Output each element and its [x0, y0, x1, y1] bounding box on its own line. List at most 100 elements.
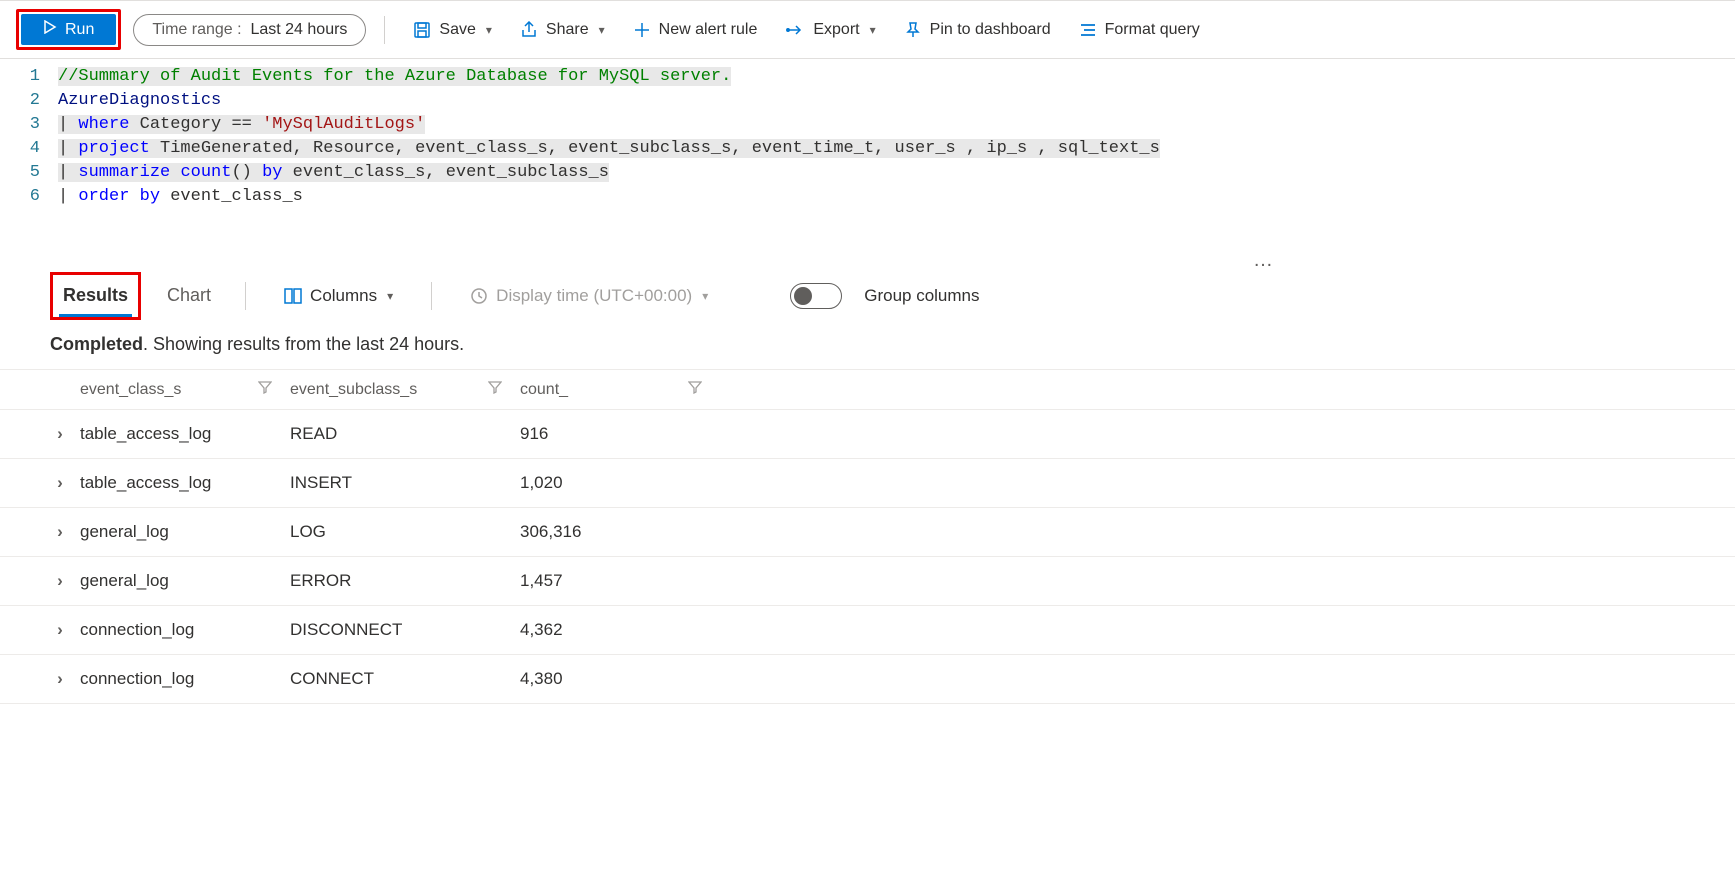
- cell-event-subclass: DISCONNECT: [290, 620, 520, 640]
- column-label: count_: [520, 381, 568, 399]
- table-row[interactable]: ›table_access_logINSERT1,020: [0, 459, 1735, 508]
- group-columns-label: Group columns: [864, 286, 979, 306]
- column-header[interactable]: count_: [520, 380, 720, 399]
- line-number: 4: [0, 137, 58, 161]
- column-header[interactable]: event_class_s: [80, 380, 290, 399]
- code-content: | summarize count() by event_class_s, ev…: [58, 161, 609, 185]
- share-button[interactable]: Share ▾: [510, 15, 615, 45]
- expand-icon[interactable]: ›: [57, 522, 63, 542]
- table-row[interactable]: › table_access_logREAD916: [0, 410, 1735, 459]
- separator: [245, 282, 246, 310]
- table-header: event_class_s event_subclass_s count_: [0, 370, 1735, 410]
- format-icon: [1079, 21, 1097, 39]
- query-editor[interactable]: 1//Summary of Audit Events for the Azure…: [0, 59, 1735, 249]
- code-content: | order by event_class_s: [58, 185, 303, 209]
- cell-event-subclass: READ: [290, 424, 520, 444]
- expand-icon[interactable]: ›: [57, 669, 63, 689]
- tab-results[interactable]: Results: [59, 275, 132, 317]
- save-button[interactable]: Save ▾: [403, 15, 502, 45]
- cell-event-class: connection_log: [80, 620, 290, 640]
- code-line[interactable]: 3| where Category == 'MySqlAuditLogs': [0, 113, 1735, 137]
- line-number: 2: [0, 89, 58, 113]
- line-number: 6: [0, 185, 58, 209]
- table-row[interactable]: ›general_logLOG306,316: [0, 508, 1735, 557]
- cell-count: 1,457: [520, 571, 720, 591]
- code-content: | where Category == 'MySqlAuditLogs': [58, 113, 425, 137]
- expand-icon[interactable]: ›: [57, 473, 63, 493]
- cell-count: 916: [520, 424, 720, 444]
- code-line[interactable]: 2AzureDiagnostics: [0, 89, 1735, 113]
- export-button[interactable]: Export ▾: [775, 15, 885, 45]
- display-time-button[interactable]: Display time (UTC+00:00) ▾: [462, 282, 716, 310]
- expand-icon[interactable]: ›: [57, 620, 63, 640]
- cell-count: 4,380: [520, 669, 720, 689]
- group-columns-toggle[interactable]: [790, 283, 842, 309]
- save-icon: [413, 21, 431, 39]
- cell-event-class: table_access_log: [80, 424, 290, 444]
- column-header[interactable]: event_subclass_s: [290, 380, 520, 399]
- cell-event-class: general_log: [80, 571, 290, 591]
- cell-event-subclass: LOG: [290, 522, 520, 542]
- run-label: Run: [65, 21, 94, 39]
- cell-count: 306,316: [520, 522, 720, 542]
- chevron-down-icon: ▾: [599, 23, 605, 37]
- pin-button[interactable]: Pin to dashboard: [894, 15, 1061, 45]
- tab-chart[interactable]: Chart: [163, 275, 215, 317]
- play-icon: [43, 20, 57, 39]
- time-range-selector[interactable]: Time range : Last 24 hours: [133, 14, 366, 46]
- cell-count: 4,362: [520, 620, 720, 640]
- column-label: event_class_s: [80, 381, 181, 399]
- results-table: event_class_s event_subclass_s count_ ›t…: [0, 370, 1735, 704]
- line-number: 3: [0, 113, 58, 137]
- filter-icon[interactable]: [688, 380, 702, 399]
- code-line[interactable]: 1//Summary of Audit Events for the Azure…: [0, 65, 1735, 89]
- time-range-value: Last 24 hours: [250, 21, 347, 38]
- share-label: Share: [546, 21, 589, 39]
- separator: [384, 16, 385, 44]
- column-label: event_subclass_s: [290, 381, 417, 399]
- filter-icon[interactable]: [488, 380, 502, 399]
- format-label: Format query: [1105, 21, 1200, 39]
- filter-icon[interactable]: [258, 380, 272, 399]
- line-number: 1: [0, 65, 58, 89]
- chevron-down-icon: ▾: [486, 23, 492, 37]
- run-button-highlight: Run: [16, 9, 121, 50]
- save-label: Save: [439, 21, 475, 39]
- code-line[interactable]: 5| summarize count() by event_class_s, e…: [0, 161, 1735, 185]
- columns-button[interactable]: Columns ▾: [276, 282, 401, 310]
- cell-event-subclass: ERROR: [290, 571, 520, 591]
- expand-icon[interactable]: ›: [57, 424, 63, 444]
- expand-icon[interactable]: ›: [57, 571, 63, 591]
- share-icon: [520, 21, 538, 39]
- status-text: . Showing results from the last 24 hours…: [143, 334, 464, 354]
- code-content: AzureDiagnostics: [58, 89, 221, 113]
- columns-label: Columns: [310, 286, 377, 306]
- pin-label: Pin to dashboard: [930, 21, 1051, 39]
- table-row[interactable]: ›connection_logCONNECT4,380: [0, 655, 1735, 704]
- table-row[interactable]: › general_logERROR1,457: [0, 557, 1735, 606]
- run-button[interactable]: Run: [21, 14, 116, 45]
- code-line[interactable]: 6| order by event_class_s: [0, 185, 1735, 209]
- new-alert-button[interactable]: New alert rule: [623, 15, 768, 45]
- chevron-down-icon: ▾: [870, 23, 876, 37]
- pin-icon: [904, 21, 922, 39]
- toggle-knob: [794, 287, 812, 305]
- export-icon: [785, 22, 805, 38]
- export-label: Export: [813, 21, 859, 39]
- cell-event-subclass: INSERT: [290, 473, 520, 493]
- cell-event-class: connection_log: [80, 669, 290, 689]
- code-content: //Summary of Audit Events for the Azure …: [58, 65, 731, 89]
- time-range-label: Time range :: [152, 21, 241, 38]
- query-toolbar: Run Time range : Last 24 hours Save ▾ Sh…: [0, 0, 1735, 59]
- status-completed: Completed: [50, 334, 143, 354]
- chevron-down-icon: ▾: [702, 289, 708, 303]
- results-status: Completed. Showing results from the last…: [0, 320, 1735, 370]
- more-icon[interactable]: …: [0, 249, 1735, 272]
- clock-icon: [470, 287, 488, 305]
- chevron-down-icon: ▾: [387, 289, 393, 303]
- table-row[interactable]: › connection_logDISCONNECT4,362: [0, 606, 1735, 655]
- format-query-button[interactable]: Format query: [1069, 15, 1210, 45]
- new-alert-label: New alert rule: [659, 21, 758, 39]
- separator: [431, 282, 432, 310]
- code-line[interactable]: 4| project TimeGenerated, Resource, even…: [0, 137, 1735, 161]
